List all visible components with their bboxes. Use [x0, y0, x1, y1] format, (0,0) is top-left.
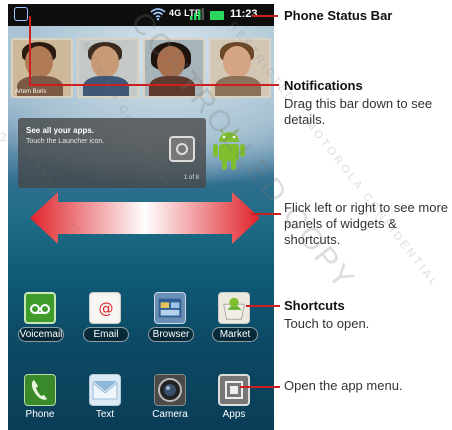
notifications-callout-line [29, 84, 279, 86]
notifications-callout-vline [29, 16, 31, 85]
app-label: Text [95, 409, 115, 420]
signal-strength-icon [190, 8, 204, 20]
phone-shortcut[interactable]: Phone [10, 374, 70, 430]
contact-photo[interactable]: Artem Boris [11, 38, 73, 98]
voicemail-icon [24, 292, 56, 324]
voicemail-shortcut[interactable]: Voicemail [10, 292, 70, 352]
photo-caption: Artem Boris [15, 89, 47, 95]
browser-icon [154, 292, 186, 324]
email-shortcut[interactable]: @ Email [75, 292, 135, 352]
shortcuts-callout-line [246, 305, 280, 307]
status-bar-callout-line [252, 15, 278, 17]
status-bar-callout-title: Phone Status Bar [284, 8, 393, 23]
market-shortcut[interactable]: Market [204, 292, 264, 352]
shortcuts-callout-body: Touch to open. [284, 316, 370, 331]
shortcuts-callout-title: Shortcuts [284, 298, 345, 313]
notification-icon [14, 7, 28, 21]
widget-page-indicator: 1 of 8 [184, 175, 200, 181]
phone-icon [24, 374, 56, 406]
shortcut-row: Voicemail @ Email Browser Market [8, 292, 274, 352]
app-label: Market [212, 327, 258, 342]
svg-text:@: @ [98, 300, 113, 318]
watermark-year: 2011 [0, 130, 38, 144]
app-label: Camera [152, 409, 188, 420]
launcher-icon[interactable] [169, 136, 195, 162]
phone-home-screen: 4G LTE 11:23 Artem Boris See all your ap… [8, 4, 274, 430]
camera-shortcut[interactable]: Camera [140, 374, 200, 430]
camera-icon [154, 374, 186, 406]
app-menu-callout-line [240, 386, 280, 388]
app-label: Voicemail [18, 327, 64, 342]
app-menu-callout-body: Open the app menu. [284, 378, 403, 393]
app-label: Phone [25, 409, 55, 420]
text-shortcut[interactable]: Text [75, 374, 135, 430]
battery-icon [210, 11, 224, 20]
app-label: Apps [222, 409, 246, 420]
app-label: Email [83, 327, 129, 342]
market-icon [218, 292, 250, 324]
text-icon [89, 374, 121, 406]
browser-shortcut[interactable]: Browser [140, 292, 200, 352]
status-time: 11:23 [230, 8, 258, 20]
notifications-callout-title: Notifications [284, 78, 363, 93]
dock-row: Phone Text Camera Apps [8, 374, 274, 430]
apps-grid-icon [218, 374, 250, 406]
apps-shortcut[interactable]: Apps [204, 374, 264, 430]
email-icon: @ [89, 292, 121, 324]
app-label: Browser [148, 327, 194, 342]
